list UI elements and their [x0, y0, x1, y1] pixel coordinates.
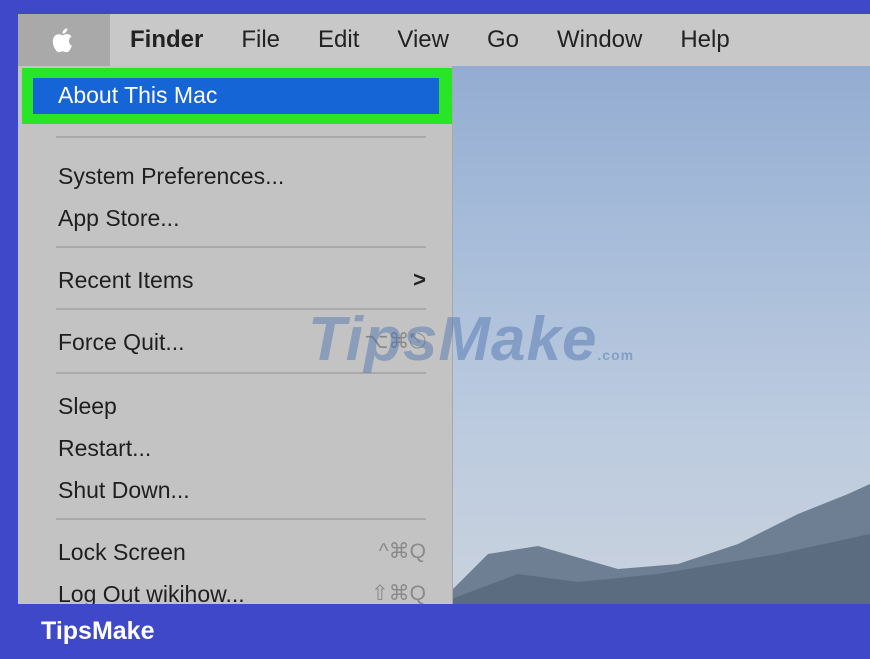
menu-go[interactable]: Go — [468, 14, 538, 66]
recent-items-label: Recent Items — [58, 267, 194, 293]
shut-down-item[interactable]: Shut Down... — [58, 472, 426, 508]
app-store-label: App Store... — [58, 205, 180, 231]
menu-help[interactable]: Help — [661, 14, 748, 66]
shut-down-label: Shut Down... — [58, 477, 190, 503]
desktop: Finder File Edit View Go Window Help Abo… — [18, 14, 870, 604]
restart-item[interactable]: Restart... — [58, 430, 426, 466]
menu-edit[interactable]: Edit — [299, 14, 378, 66]
restart-label: Restart... — [58, 435, 152, 461]
chevron-right-icon: > — [413, 267, 426, 292]
menu-separator — [56, 136, 426, 138]
watermark: TipsMake.com — [308, 304, 634, 375]
sleep-label: Sleep — [58, 393, 117, 419]
log-out-shortcut: ⇧⌘Q — [371, 582, 426, 604]
app-store-item[interactable]: App Store... — [58, 200, 426, 236]
menu-finder[interactable]: Finder — [110, 14, 222, 66]
lock-screen-shortcut: ^⌘Q — [378, 540, 426, 563]
lock-screen-item[interactable]: Lock Screen ^⌘Q — [58, 534, 426, 570]
footer-brand: TipsMake — [41, 617, 155, 645]
menu-window[interactable]: Window — [538, 14, 661, 66]
footer-bar: TipsMake — [18, 604, 870, 659]
menu-file[interactable]: File — [222, 14, 299, 66]
apple-icon — [52, 28, 72, 53]
about-this-mac-label: About This Mac — [58, 82, 218, 108]
system-preferences-label: System Preferences... — [58, 163, 285, 189]
log-out-label: Log Out wikihow... — [58, 581, 245, 604]
recent-items-item[interactable]: Recent Items > — [58, 262, 426, 298]
lock-screen-label: Lock Screen — [58, 539, 186, 565]
watermark-suffix: .com — [597, 347, 635, 363]
menu-separator — [56, 518, 426, 520]
watermark-text: TipsMake — [308, 305, 598, 374]
log-out-item[interactable]: Log Out wikihow... ⇧⌘Q — [58, 576, 426, 604]
menu-bar: Finder File Edit View Go Window Help — [18, 14, 870, 66]
sleep-item[interactable]: Sleep — [58, 388, 426, 424]
apple-menu-button[interactable] — [18, 14, 110, 66]
system-preferences-item[interactable]: System Preferences... — [58, 158, 426, 194]
force-quit-label: Force Quit... — [58, 329, 185, 355]
menu-separator — [56, 246, 426, 248]
menu-view[interactable]: View — [378, 14, 468, 66]
